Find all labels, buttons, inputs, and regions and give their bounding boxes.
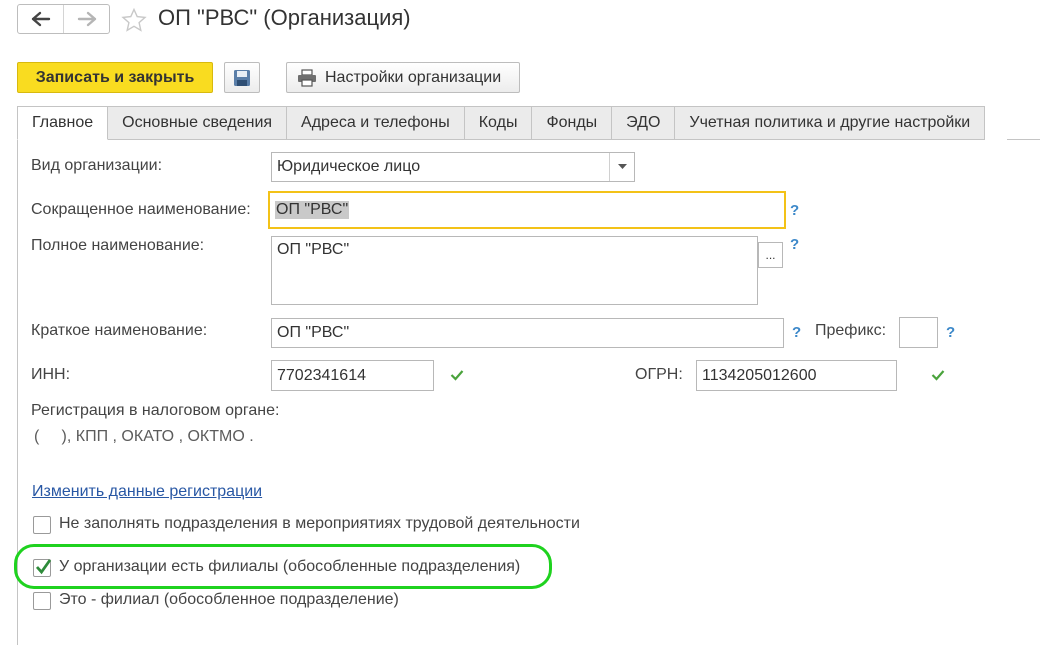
- favorite-star-button[interactable]: [121, 7, 147, 37]
- is-branch-label: Это - филиал (обособленное подразделение…: [59, 591, 399, 608]
- inn-value: 7702341614: [277, 366, 366, 384]
- ogrn-value: 1134205012600: [702, 366, 817, 384]
- is-branch-checkbox[interactable]: [33, 592, 51, 610]
- save-button[interactable]: [224, 62, 260, 93]
- ogrn-label: ОГРН:: [635, 366, 683, 383]
- brief-name-help-icon[interactable]: ?: [792, 324, 801, 341]
- prefix-input[interactable]: [899, 317, 938, 348]
- tab-bar: Главное Основные сведения Адреса и телеф…: [17, 106, 986, 140]
- brief-name-input[interactable]: ОП "РВС": [271, 318, 784, 348]
- short-name-help-icon[interactable]: ?: [790, 202, 799, 219]
- full-name-help-icon[interactable]: ?: [790, 236, 799, 253]
- short-name-value: ОП "РВС": [275, 201, 350, 219]
- no-fill-divisions-label: Не заполнять подразделения в мероприятия…: [59, 515, 580, 532]
- arrow-left-icon: [31, 11, 50, 27]
- brief-name-value: ОП "РВС": [277, 324, 350, 341]
- checkmark-icon: [35, 559, 52, 575]
- tab-accounting-policy[interactable]: Учетная политика и другие настройки: [675, 106, 986, 140]
- tab-addresses-phones[interactable]: Адреса и телефоны: [287, 106, 465, 140]
- org-type-value: Юридическое лицо: [277, 158, 421, 175]
- floppy-disk-icon: [234, 69, 250, 86]
- tab-divider: [1007, 139, 1040, 140]
- inn-input[interactable]: 7702341614: [271, 360, 434, 391]
- org-type-select[interactable]: Юридическое лицо: [271, 152, 635, 182]
- full-name-label: Полное наименование:: [31, 237, 205, 254]
- has-branches-label: У организации есть филиалы (обособленные…: [59, 558, 521, 575]
- save-and-close-button[interactable]: Записать и закрыть: [17, 62, 213, 93]
- forward-button[interactable]: [63, 5, 109, 33]
- star-icon: [121, 7, 147, 32]
- tax-registration-label: Регистрация в налоговом органе:: [31, 402, 280, 419]
- ogrn-valid-check-icon: [931, 368, 945, 386]
- org-type-dropdown-button[interactable]: [609, 153, 634, 181]
- printer-icon: [298, 68, 316, 87]
- inn-valid-check-icon: [450, 368, 464, 386]
- full-name-textarea[interactable]: ОП "РВС": [271, 236, 758, 305]
- has-branches-checkbox[interactable]: [33, 559, 52, 577]
- prefix-help-icon[interactable]: ?: [946, 324, 955, 341]
- chevron-down-icon: [617, 164, 627, 169]
- prefix-label: Префикс:: [815, 322, 887, 339]
- tab-funds[interactable]: Фонды: [532, 106, 613, 140]
- ogrn-input[interactable]: 1134205012600: [696, 360, 897, 391]
- tab-basic-info[interactable]: Основные сведения: [108, 106, 288, 140]
- no-fill-divisions-checkbox[interactable]: [33, 516, 51, 534]
- organization-settings-button[interactable]: Настройки организации: [286, 62, 520, 93]
- tax-registration-details: ( ), КПП , ОКАТО , ОКТМО .: [34, 428, 254, 445]
- back-button[interactable]: [18, 5, 63, 33]
- page-title: ОП "РВС" (Организация): [158, 5, 411, 30]
- full-name-edit-button[interactable]: ...: [758, 242, 783, 268]
- brief-name-label: Краткое наименование:: [31, 322, 208, 339]
- full-name-value: ОП "РВС": [277, 241, 350, 258]
- nav-button-group: [17, 4, 110, 34]
- organization-settings-label: Настройки организации: [325, 68, 502, 86]
- org-type-label: Вид организации:: [31, 157, 163, 174]
- tab-edo[interactable]: ЭДО: [612, 106, 676, 140]
- short-name-input[interactable]: ОП "РВС": [268, 191, 786, 229]
- change-registration-link[interactable]: Изменить данные регистрации: [32, 483, 262, 501]
- short-name-label: Сокращенное наименование:: [31, 201, 251, 218]
- tab-codes[interactable]: Коды: [464, 106, 533, 140]
- arrow-right-icon: [77, 11, 96, 27]
- inn-label: ИНН:: [31, 366, 71, 383]
- tab-main[interactable]: Главное: [17, 106, 109, 140]
